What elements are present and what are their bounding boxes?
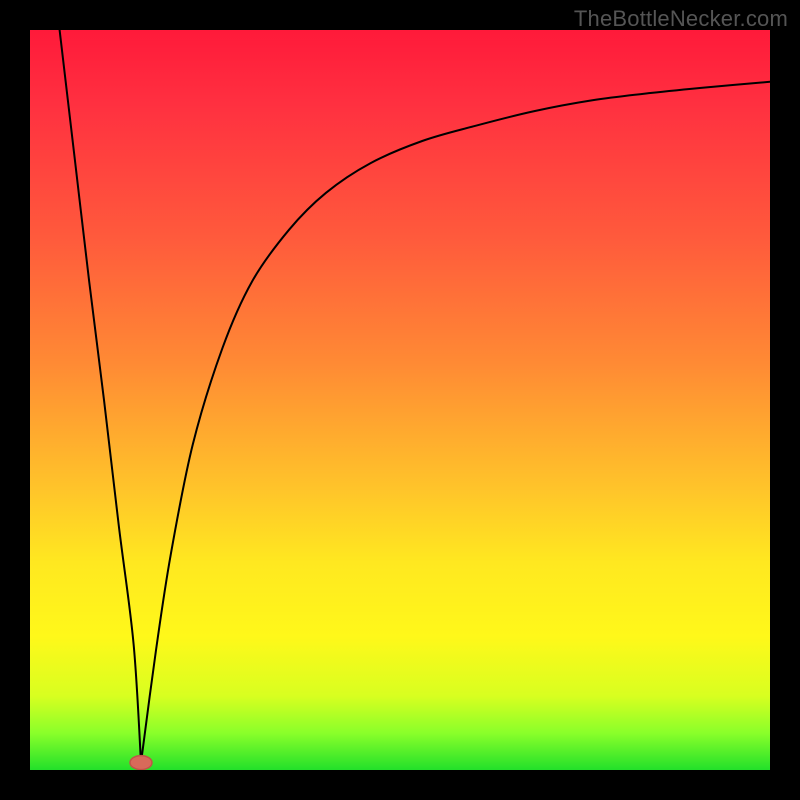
bottleneck-curve-right: [141, 82, 770, 763]
curve-layer: [30, 30, 770, 770]
notch-marker: [130, 756, 152, 770]
chart-frame: TheBottleNecker.com: [0, 0, 800, 800]
bottleneck-curve-left: [60, 30, 141, 763]
plot-area: [30, 30, 770, 770]
watermark-text: TheBottleNecker.com: [574, 6, 788, 32]
